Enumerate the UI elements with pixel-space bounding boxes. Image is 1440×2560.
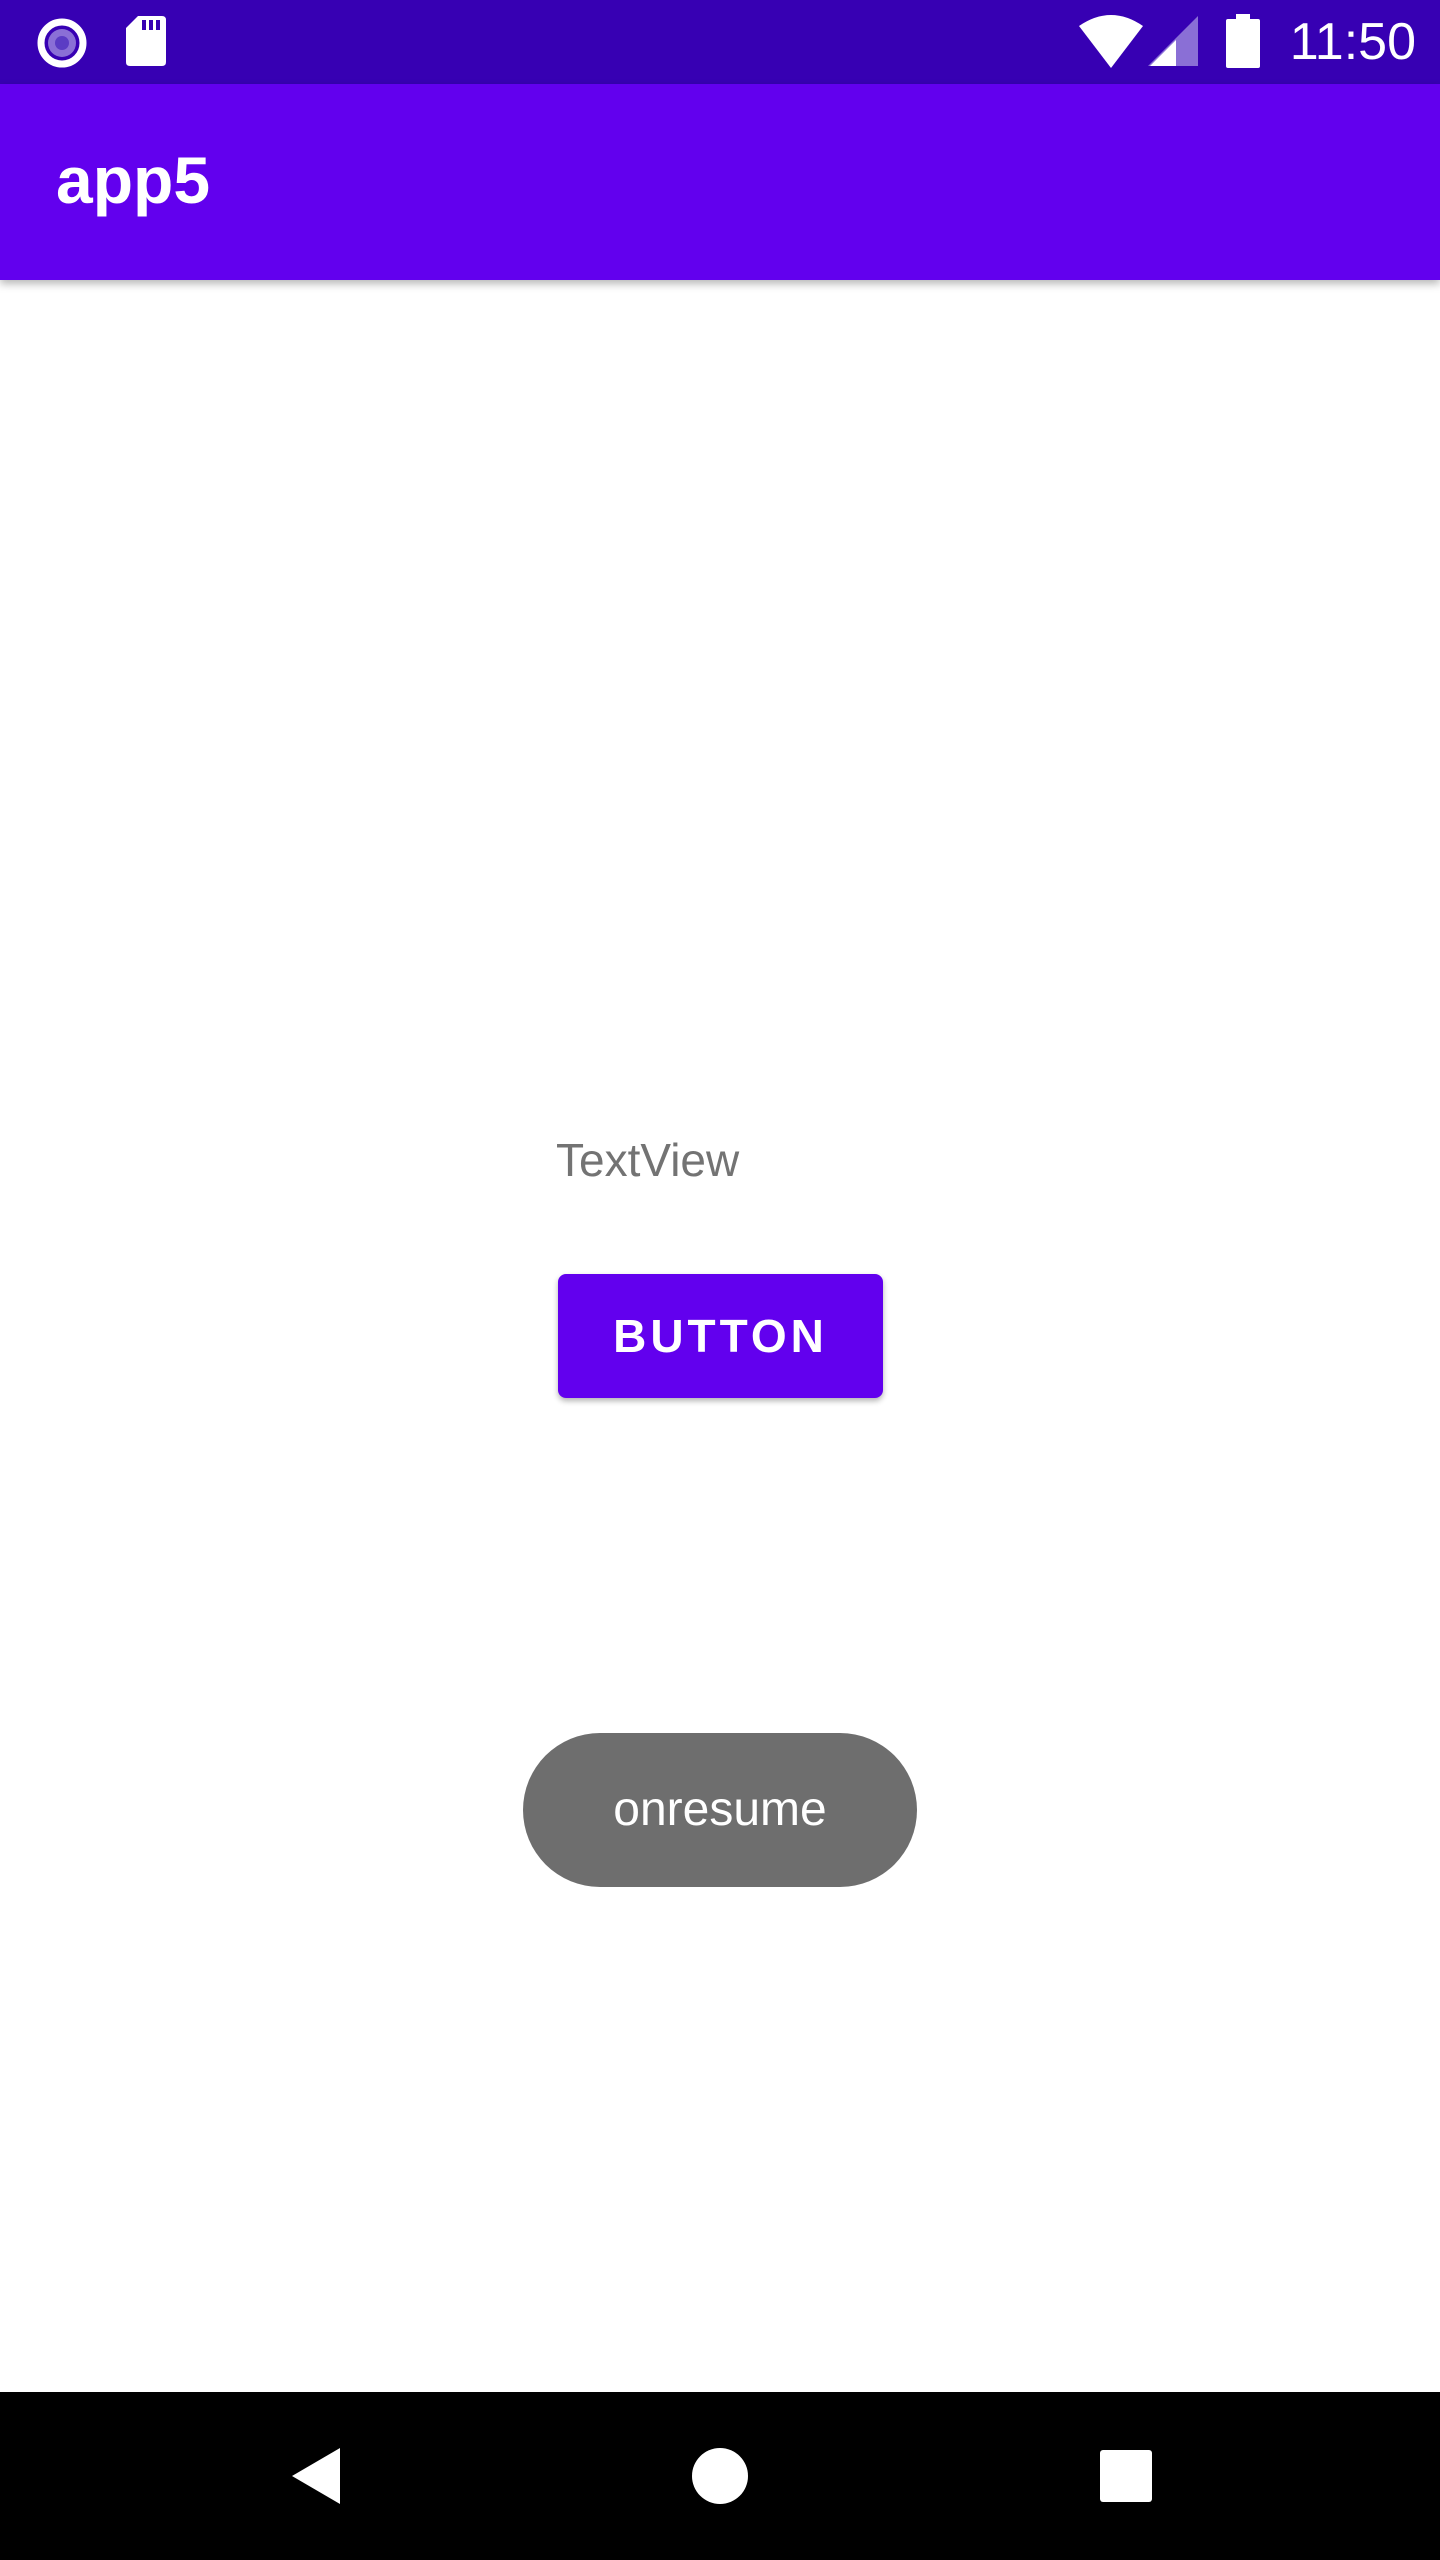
- recents-button[interactable]: [1076, 2426, 1176, 2526]
- navigation-bar: [0, 2392, 1440, 2560]
- main-button[interactable]: BUTTON: [558, 1274, 883, 1398]
- screen-record-icon: [37, 18, 87, 68]
- home-icon: [692, 2448, 748, 2504]
- cell-signal-icon: [1148, 16, 1198, 66]
- battery-icon: [1226, 14, 1260, 68]
- status-time: 11:50: [1289, 13, 1416, 71]
- back-button[interactable]: [266, 2426, 366, 2526]
- home-button[interactable]: [670, 2426, 770, 2526]
- text-view: TextView: [556, 1134, 740, 1186]
- recents-icon: [1100, 2450, 1152, 2502]
- status-bar: 11:50: [0, 0, 1440, 84]
- back-icon: [292, 2448, 340, 2504]
- sd-card-icon: [126, 16, 166, 66]
- app-bar: app5: [0, 84, 1440, 280]
- wifi-icon: [1079, 15, 1143, 68]
- app-title: app5: [56, 143, 211, 217]
- toast-message: onresume: [523, 1733, 917, 1887]
- content-area: TextView BUTTON: [0, 280, 1440, 2392]
